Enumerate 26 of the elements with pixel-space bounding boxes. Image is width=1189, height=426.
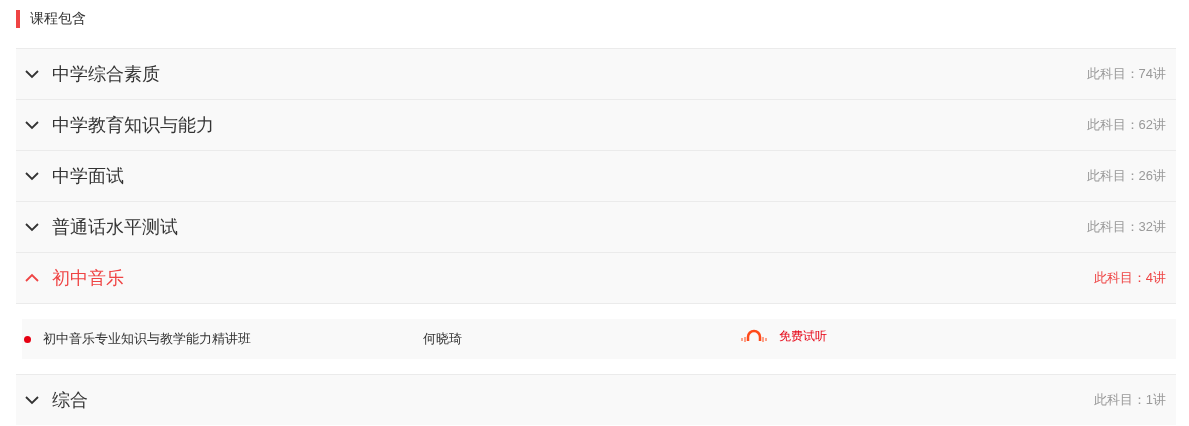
- subject-name: 初中音乐: [52, 266, 124, 290]
- lesson-count: 此科目：74讲: [1086, 65, 1166, 84]
- bullet-icon: [24, 335, 31, 343]
- subject-name: 普通话水平测试: [52, 215, 178, 239]
- subject-row[interactable]: 普通话水平测试 此科目：32讲: [16, 201, 1176, 252]
- lesson-title: 初中音乐专业知识与教学能力精讲班: [43, 330, 252, 349]
- headphones-icon: [739, 329, 769, 343]
- teacher-name: 何晓琦: [423, 330, 463, 349]
- subject-row[interactable]: 中学教育知识与能力 此科目：62讲: [16, 99, 1176, 150]
- lesson-count: 此科目：4讲: [1093, 269, 1166, 288]
- lesson-count: 此科目：62讲: [1086, 116, 1166, 135]
- subject-row[interactable]: 中学综合素质 此科目：74讲: [16, 48, 1176, 99]
- subject-row[interactable]: 初中音乐 此科目：4讲: [16, 252, 1176, 303]
- lesson-row[interactable]: 初中音乐专业知识与教学能力精讲班 何晓琦 免费试听: [22, 319, 1176, 359]
- subject-name: 中学综合素质: [52, 62, 160, 86]
- lesson-count: 此科目：32讲: [1086, 218, 1166, 237]
- subject-name: 中学教育知识与能力: [52, 113, 214, 137]
- subject-name: 综合: [52, 388, 88, 412]
- section-title: 课程包含: [30, 9, 86, 28]
- free-trial-link[interactable]: 免费试听: [739, 327, 827, 345]
- subject-name: 中学面试: [52, 164, 124, 188]
- accent-bar: [16, 9, 20, 28]
- subject-row[interactable]: 中学面试 此科目：26讲: [16, 150, 1176, 201]
- lesson-count: 此科目：1讲: [1093, 391, 1166, 410]
- lesson-count: 此科目：26讲: [1086, 167, 1166, 186]
- subject-row[interactable]: 综合 此科目：1讲: [16, 374, 1176, 425]
